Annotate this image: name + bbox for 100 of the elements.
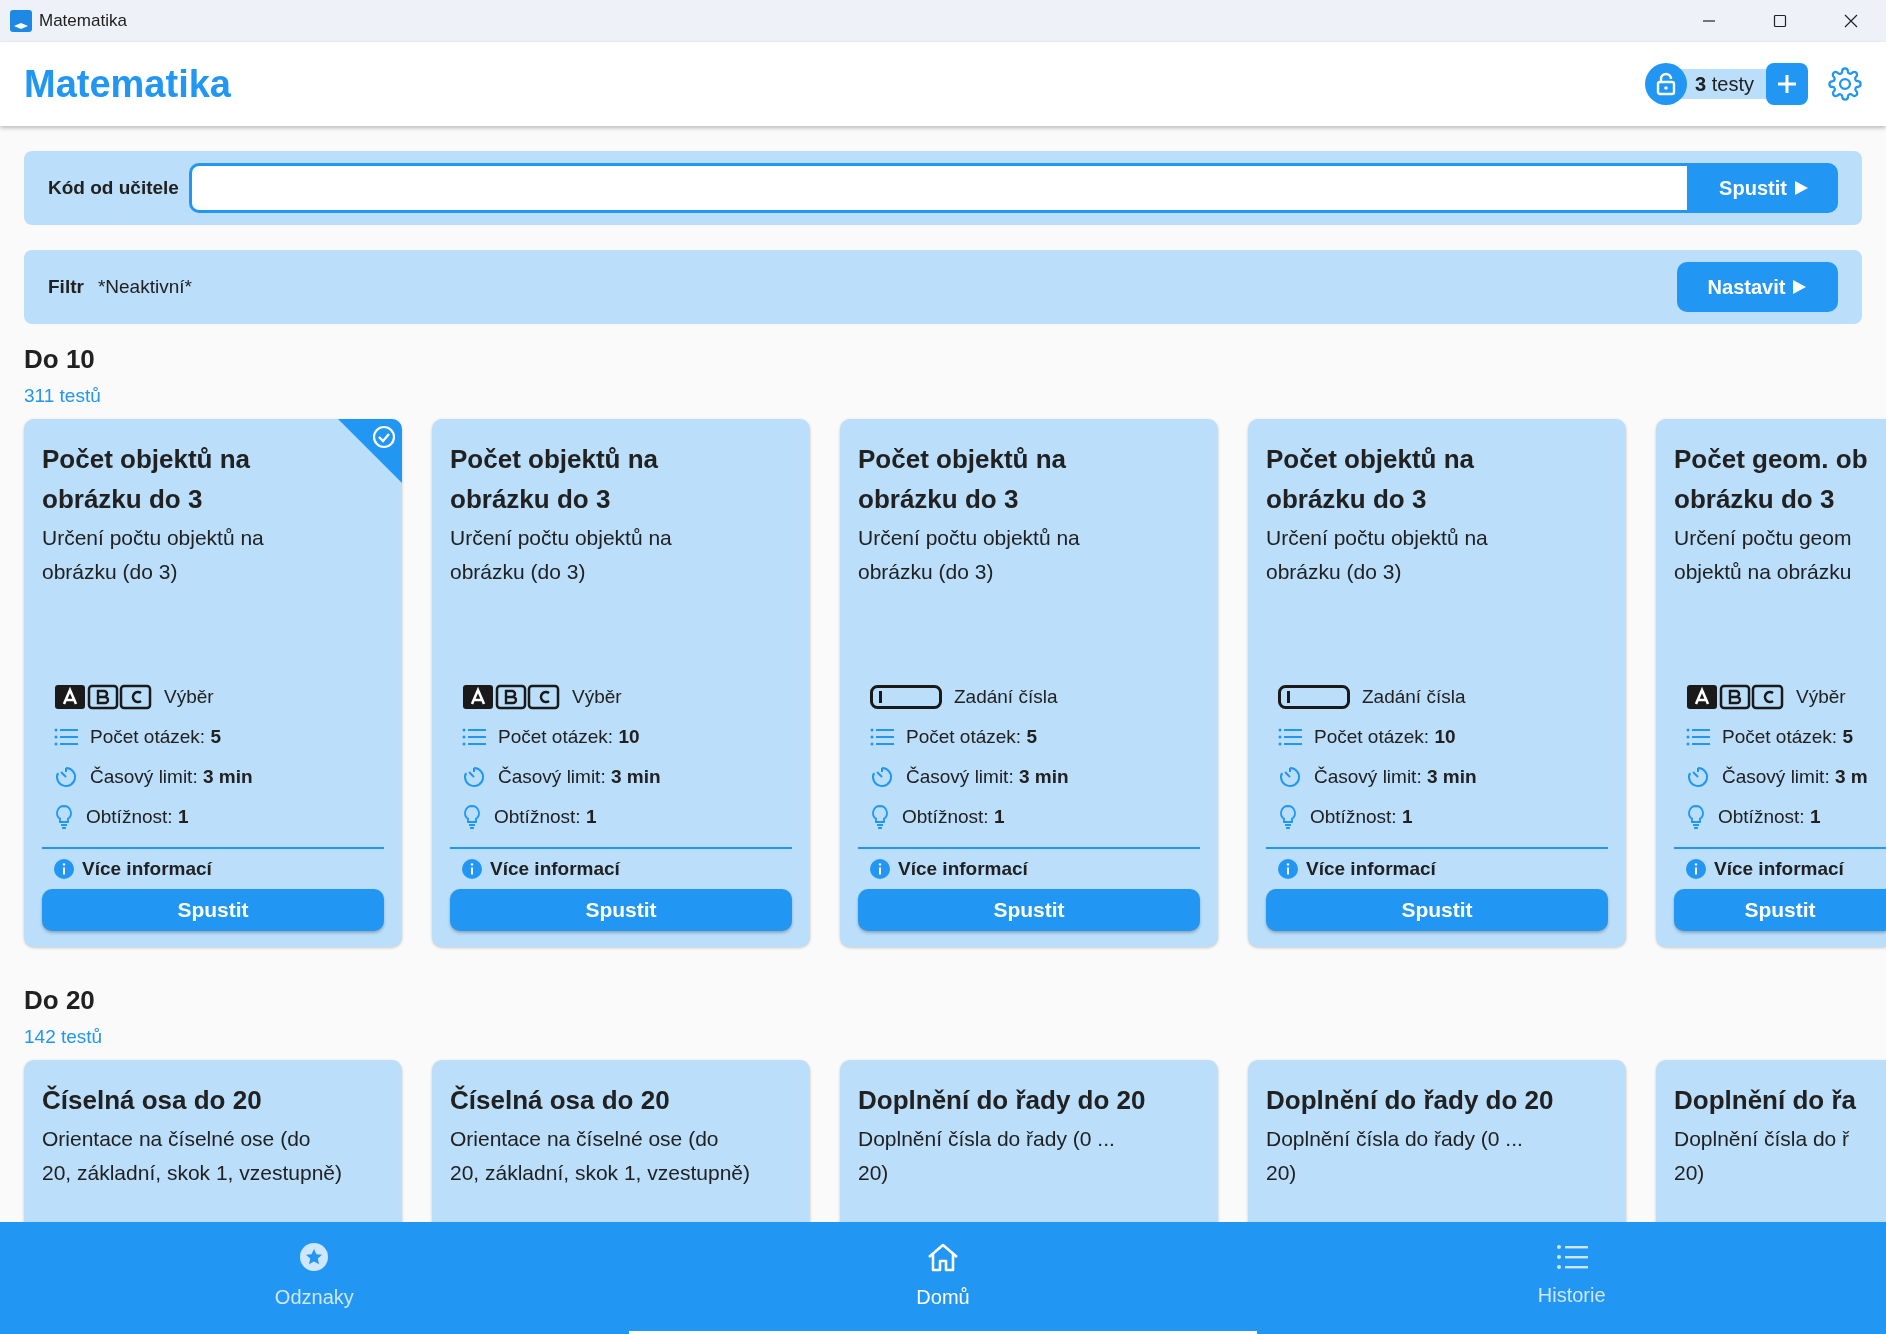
lock-icon [1645,63,1688,105]
card-description: Určení počtu objektů na obrázku (do 3) [858,525,1081,585]
nav-tab[interactable]: Domů [628,1222,1258,1334]
card-description: Určení počtu objektů na obrázku (do 3) [450,525,673,585]
start-button[interactable]: Spustit [42,889,384,931]
card-title: Číselná osa do 20 [450,1084,671,1117]
card-title: Doplnění do řa [1674,1084,1857,1117]
start-button[interactable]: Spustit [1690,163,1838,213]
card-description: Určení počtu geom objektů na obrázku [1674,525,1853,585]
more-info-link[interactable]: Více informací [1714,854,1844,884]
lightbulb-icon [870,804,890,830]
card-title: Doplnění do řady do 20 [858,1084,1147,1117]
info-icon [870,859,890,879]
time-limit: Časový limit: 3 min [906,764,1069,789]
abc-choice-icon [54,684,152,710]
start-button[interactable]: Spustit [1674,889,1886,931]
card-description: Doplnění čísla do ř 20) [1674,1126,1851,1186]
lightbulb-icon [54,804,74,830]
card-title: Počet objektů na obrázku do 3 [858,443,1068,516]
list-icon [1555,1243,1588,1270]
list-icon [870,727,894,747]
difficulty: Obtížnost: 1 [902,804,1005,829]
lightbulb-icon [1278,804,1298,830]
filter-value: *Neaktivní* [97,274,192,299]
app-title: Matematika [24,61,231,107]
card-title: Počet objektů na obrázku do 3 [1266,443,1476,516]
maximize-icon [1772,14,1787,28]
number-input-icon [1278,685,1350,709]
card-title: Doplnění do řady do 20 [1266,1084,1555,1117]
card-description: Určení počtu objektů na obrázku (do 3) [1266,525,1489,585]
info-icon [462,859,482,879]
settings-icon[interactable] [1828,67,1862,101]
start-button[interactable]: Spustit [450,889,792,931]
lightbulb-icon [462,804,482,830]
card-description: Orientace na číselné ose (do 20, základní, skok 1, vzestupně) [42,1126,343,1186]
time-limit: Časový limit: 3 min [1314,764,1477,789]
list-icon [54,727,78,747]
test-count: 142 testů [24,1025,104,1049]
card-title: Počet geom. ob obrázku do 3 [1674,443,1869,516]
nav-tab[interactable]: Historie [1257,1222,1886,1334]
test-count: 311 testů [24,384,102,408]
timer-icon [1278,765,1302,789]
more-info-link[interactable]: Více informací [1306,854,1436,884]
answer-type-label: Zadání čísla [1362,684,1466,709]
teacher-code-label: Kód od učitele [48,175,179,200]
question-count: Počet otázek: 5 [906,724,1037,749]
check-circle-icon [372,425,396,449]
more-info-link[interactable]: Více informací [490,854,620,884]
timer-icon [1686,765,1710,789]
difficulty: Obtížnost: 1 [1718,804,1821,829]
plus-icon [1776,73,1798,95]
list-icon [1686,727,1710,747]
difficulty: Obtížnost: 1 [86,804,189,829]
difficulty: Obtížnost: 1 [1310,804,1413,829]
start-button[interactable]: Spustit [1266,889,1608,931]
time-limit: Časový limit: 3 min [90,764,253,789]
start-button[interactable]: Spustit [858,889,1200,931]
timer-icon [54,765,78,789]
section-heading: Do 20 [24,984,96,1017]
window-title: Matematika [39,10,127,33]
card-description: Orientace na číselné ose (do 20, základní, skok 1, vzestupně) [450,1126,751,1186]
question-count: Počet otázek: 10 [1314,724,1456,749]
card-description: Určení počtu objektů na obrázku (do 3) [42,525,265,585]
time-limit: Časový limit: 3 m [1722,764,1868,789]
timer-icon [462,765,486,789]
teacher-code-field[interactable] [188,163,1690,213]
answer-type-label: Zadání čísla [954,684,1058,709]
play-icon [1791,279,1808,295]
difficulty: Obtížnost: 1 [494,804,597,829]
set-filter-button[interactable]: Nastavit [1677,262,1838,312]
app-icon [10,10,32,32]
home-icon [926,1241,960,1272]
lightbulb-icon [1686,804,1706,830]
number-input-icon [870,685,942,709]
nav-tab[interactable]: Odznaky [0,1222,629,1334]
add-button[interactable] [1766,63,1808,105]
question-count: Počet otázek: 5 [1722,724,1853,749]
list-icon [1278,727,1302,747]
answer-type-label: Výběr [164,684,214,709]
question-count: Počet otázek: 10 [498,724,640,749]
card-description: Doplnění čísla do řady (0 ... 20) [858,1126,1116,1186]
abc-choice-icon [1686,684,1784,710]
card-description: Doplnění čísla do řady (0 ... 20) [1266,1126,1524,1186]
close-icon [1843,14,1858,28]
answer-type-label: Výběr [572,684,622,709]
card-title: Číselná osa do 20 [42,1084,263,1117]
list-icon [462,727,486,747]
star-badge-icon [299,1241,330,1272]
info-icon [1278,859,1298,879]
time-limit: Časový limit: 3 min [498,764,661,789]
card-title: Počet objektů na obrázku do 3 [450,443,660,516]
filter-label: Filtr [48,274,84,299]
answer-type-label: Výběr [1796,684,1846,709]
play-icon [1792,180,1809,196]
more-info-link[interactable]: Více informací [898,854,1028,884]
card-title: Počet objektů na obrázku do 3 [42,443,252,516]
info-icon [54,859,74,879]
question-count: Počet otázek: 5 [90,724,221,749]
info-icon [1686,859,1706,879]
more-info-link[interactable]: Více informací [82,854,212,884]
